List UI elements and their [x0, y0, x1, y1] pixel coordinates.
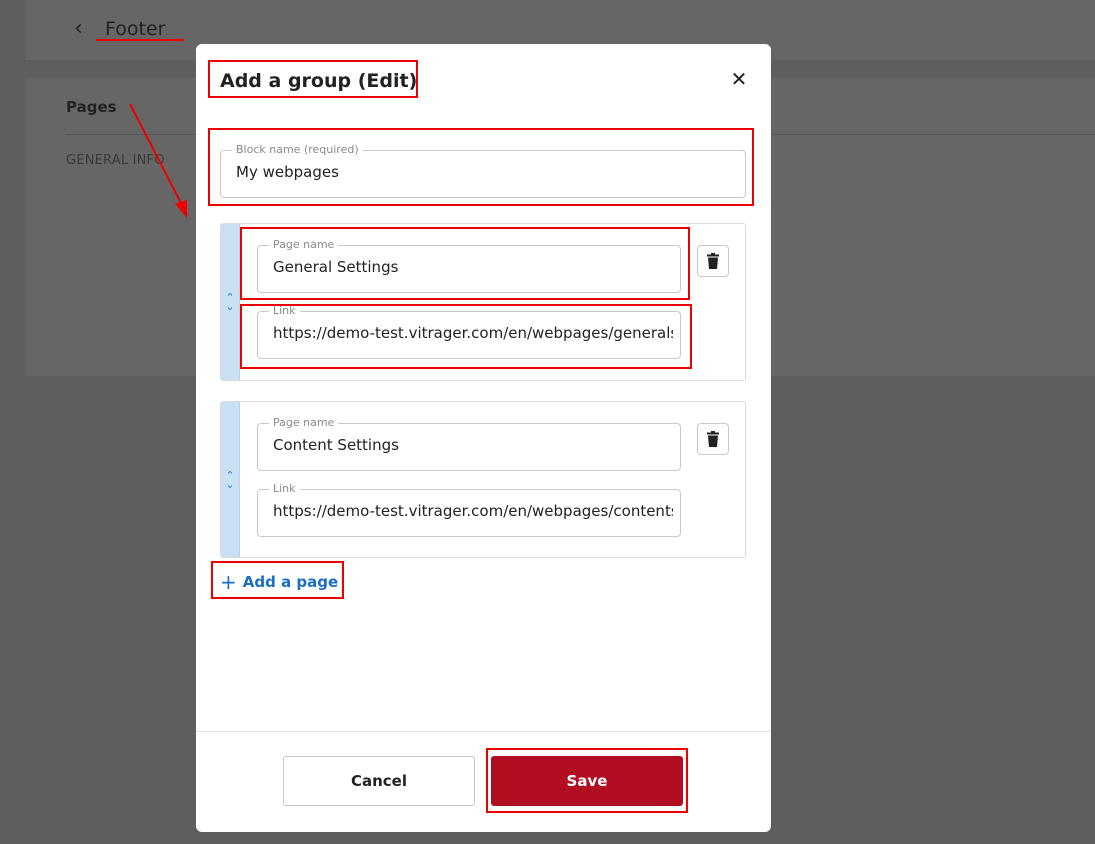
drag-up-down-icon: ⌃ ⌄ — [225, 291, 235, 313]
page-name-field[interactable]: Page name — [257, 416, 681, 471]
add-group-modal: Add a group (Edit) ✕ Block name (require… — [196, 44, 771, 832]
annotation-box-add-page — [211, 561, 344, 599]
annotation-box-title — [208, 60, 418, 98]
trash-icon — [707, 253, 719, 269]
drag-up-down-icon: ⌃ ⌄ — [225, 468, 235, 491]
chevron-left-icon[interactable]: ‹ — [74, 16, 98, 42]
page-name-label: Page name — [269, 416, 339, 429]
link-field[interactable]: Link — [257, 482, 681, 537]
close-icon[interactable]: ✕ — [729, 68, 749, 90]
annotation-box-page-name — [240, 227, 690, 300]
trash-icon — [707, 431, 719, 447]
annotation-box-save — [486, 748, 688, 813]
annotation-underline — [96, 39, 184, 41]
link-label: Link — [269, 482, 300, 495]
drag-handle[interactable]: ⌃ ⌄ — [221, 224, 240, 380]
drag-handle[interactable]: ⌃ ⌄ — [221, 402, 240, 557]
general-info-item[interactable]: GENERAL INFO — [66, 153, 165, 168]
cancel-button[interactable]: Cancel — [283, 756, 475, 806]
pages-section-label: Pages — [66, 98, 117, 116]
link-input[interactable] — [273, 502, 673, 520]
annotation-box-block-name — [208, 128, 754, 206]
page-title: Footer — [105, 18, 166, 40]
modal-footer-divider — [196, 731, 771, 732]
annotation-box-link — [240, 304, 692, 369]
delete-page-button[interactable] — [697, 423, 729, 455]
page-name-input[interactable] — [273, 436, 673, 454]
delete-page-button[interactable] — [697, 245, 729, 277]
